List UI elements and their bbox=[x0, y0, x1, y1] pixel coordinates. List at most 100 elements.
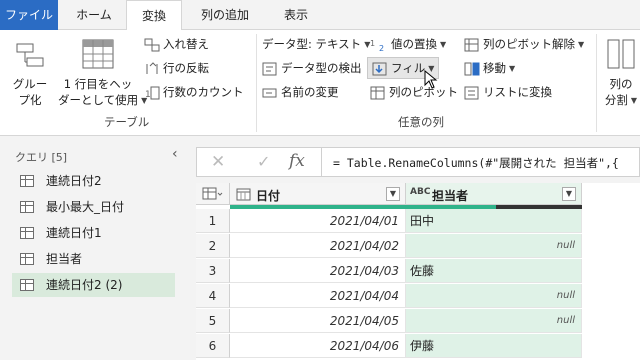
move-icon bbox=[464, 62, 480, 75]
fill-down-icon bbox=[372, 62, 387, 75]
tab-home[interactable]: ホーム bbox=[66, 0, 122, 30]
column-filter-dropdown[interactable]: ▼ bbox=[562, 187, 576, 201]
table-menu-icon bbox=[202, 187, 223, 200]
transpose-button[interactable]: 入れ替え bbox=[144, 36, 209, 52]
chevron-down-icon: ▼ bbox=[440, 40, 447, 49]
unpivot-label: 列のピボット解除 bbox=[483, 37, 575, 51]
tab-add-column[interactable]: 列の追加 bbox=[186, 0, 264, 30]
table-icon bbox=[20, 279, 34, 291]
tab-view[interactable]: 表示 bbox=[268, 0, 324, 30]
convert-to-list-button[interactable]: リストに変換 bbox=[464, 84, 552, 100]
row-number[interactable]: 5 bbox=[196, 309, 230, 333]
query-item[interactable]: 最小最大_日付 bbox=[12, 195, 175, 219]
split-column-icon bbox=[607, 39, 635, 69]
use-first-row-as-headers-button[interactable]: 1 行目をヘッ ダーとして使用 ▼ bbox=[58, 38, 147, 114]
date-cell[interactable]: 2021/04/06 bbox=[230, 334, 406, 358]
reverse-rows-icon bbox=[146, 61, 158, 74]
data-type-label: データ型: テキスト bbox=[262, 37, 362, 51]
date-cell[interactable]: 2021/04/02 bbox=[230, 234, 406, 258]
group-separator bbox=[256, 34, 257, 132]
date-cell[interactable]: 2021/04/05 bbox=[230, 309, 406, 333]
row-number[interactable]: 6 bbox=[196, 334, 230, 358]
pivot-column-icon bbox=[370, 86, 385, 99]
svg-text:1: 1 bbox=[370, 39, 375, 48]
cancel-formula-icon[interactable]: ✕ bbox=[211, 152, 225, 172]
formula-bar: ✕ ✓ fx = Table.RenameColumns(#"展開された 担当者… bbox=[196, 147, 640, 177]
ribbon: グルー プ化 1 行目をヘッ ダーとして使用 ▼ 入れ替え 行の反転 1 行数のカウ… bbox=[0, 30, 640, 136]
group-by-label-2: プ化 bbox=[18, 93, 42, 107]
person-cell[interactable]: 佐藤 bbox=[406, 259, 582, 283]
table-icon bbox=[20, 201, 34, 213]
group-separator bbox=[596, 34, 597, 132]
null-cell[interactable]: null bbox=[406, 284, 582, 308]
query-item-selected[interactable]: 連続日付2 (2) bbox=[12, 273, 175, 297]
rename-label: 名前の変更 bbox=[281, 85, 339, 99]
table-header-icon bbox=[82, 39, 114, 69]
svg-text:2: 2 bbox=[379, 44, 384, 52]
count-rows-icon: 1 bbox=[145, 86, 160, 100]
transpose-icon bbox=[144, 38, 160, 51]
move-button[interactable]: 移動 ▼ bbox=[464, 60, 515, 76]
replace-values-button[interactable]: 1 2 値の置換 ▼ bbox=[370, 36, 446, 52]
table-icon bbox=[20, 175, 34, 187]
transpose-label: 入れ替え bbox=[163, 37, 209, 51]
reverse-rows-label: 行の反転 bbox=[163, 61, 209, 75]
to-list-label: リストに変換 bbox=[483, 85, 552, 99]
person-cell[interactable]: 伊藤 bbox=[406, 334, 582, 358]
unpivot-columns-button[interactable]: 列のピボット解除 ▼ bbox=[464, 36, 584, 52]
query-label: 最小最大_日付 bbox=[46, 200, 125, 214]
group-by-label-1: グルー bbox=[12, 77, 48, 91]
fill-label: フィル bbox=[391, 61, 426, 75]
replace-values-icon: 12 bbox=[370, 39, 384, 52]
date-cell[interactable]: 2021/04/04 bbox=[230, 284, 406, 308]
query-label: 担当者 bbox=[46, 252, 83, 266]
data-grid: 日付 ▼ ABC 担当者 ▼ 1 2021/04/01 田中 2 2021/04/02 n… bbox=[196, 183, 640, 360]
any-column-group-label: 任意の列 bbox=[398, 115, 444, 129]
svg-text:1: 1 bbox=[145, 90, 151, 100]
count-rows-button[interactable]: 1 行数のカウント bbox=[144, 84, 244, 100]
confirm-formula-icon[interactable]: ✓ bbox=[257, 152, 270, 171]
group-by-button[interactable]: グルー プ化 bbox=[8, 38, 52, 114]
pivot-column-button[interactable]: 列のピボット bbox=[370, 84, 458, 100]
query-label: 連続日付1 bbox=[46, 226, 102, 240]
table-icon bbox=[20, 227, 34, 239]
column-header-label: 担当者 bbox=[432, 189, 469, 203]
query-label: 連続日付2 (2) bbox=[46, 278, 123, 292]
reverse-rows-button[interactable]: 行の反転 bbox=[144, 60, 209, 76]
query-item[interactable]: 連続日付1 bbox=[12, 221, 175, 245]
move-label: 移動 bbox=[483, 61, 506, 75]
detect-type-label: データ型の検出 bbox=[281, 61, 362, 75]
column-header-date[interactable]: 日付 ▼ bbox=[230, 183, 406, 205]
tab-file[interactable]: ファイル bbox=[0, 0, 58, 30]
null-cell[interactable]: null bbox=[406, 234, 582, 258]
group-by-icon bbox=[16, 43, 44, 67]
query-item[interactable]: 担当者 bbox=[12, 247, 175, 271]
queries-header: クエリ [5] bbox=[15, 149, 67, 165]
row-number[interactable]: 2 bbox=[196, 234, 230, 258]
split-column-button[interactable]: 列の 分割 ▼ bbox=[602, 38, 640, 108]
data-type-dropdown[interactable]: データ型: テキスト ▼ bbox=[262, 36, 370, 52]
date-cell[interactable]: 2021/04/01 bbox=[230, 209, 406, 233]
null-cell[interactable]: null bbox=[406, 309, 582, 333]
column-header-person[interactable]: ABC 担当者 ▼ bbox=[406, 183, 582, 205]
queries-pane: クエリ [5] ‹ 連続日付2 最小最大_日付 連続日付1 担当者 連続日付2 … bbox=[0, 137, 185, 360]
detect-data-type-button[interactable]: データ型の検出 bbox=[262, 60, 362, 76]
date-cell[interactable]: 2021/04/03 bbox=[230, 259, 406, 283]
row-number[interactable]: 1 bbox=[196, 209, 230, 233]
person-cell[interactable]: 田中 bbox=[406, 209, 582, 233]
formula-input[interactable]: = Table.RenameColumns(#"展開された 担当者",{ bbox=[333, 155, 619, 171]
collapse-pane-icon[interactable]: ‹ bbox=[172, 146, 178, 162]
rename-icon bbox=[262, 88, 277, 97]
row-number[interactable]: 4 bbox=[196, 284, 230, 308]
calendar-icon bbox=[236, 188, 251, 201]
table-menu-button[interactable] bbox=[196, 183, 230, 205]
first-row-label-2: ダーとして使用 bbox=[58, 93, 139, 107]
tab-transform[interactable]: 変換 bbox=[126, 0, 182, 31]
fx-icon[interactable]: fx bbox=[289, 151, 305, 171]
column-filter-dropdown[interactable]: ▼ bbox=[386, 187, 400, 201]
row-number[interactable]: 3 bbox=[196, 259, 230, 283]
pivot-column-label: 列のピボット bbox=[389, 85, 458, 99]
query-item[interactable]: 連続日付2 bbox=[12, 169, 175, 193]
chevron-down-icon: ▼ bbox=[578, 40, 585, 49]
rename-button[interactable]: 名前の変更 bbox=[262, 84, 339, 100]
